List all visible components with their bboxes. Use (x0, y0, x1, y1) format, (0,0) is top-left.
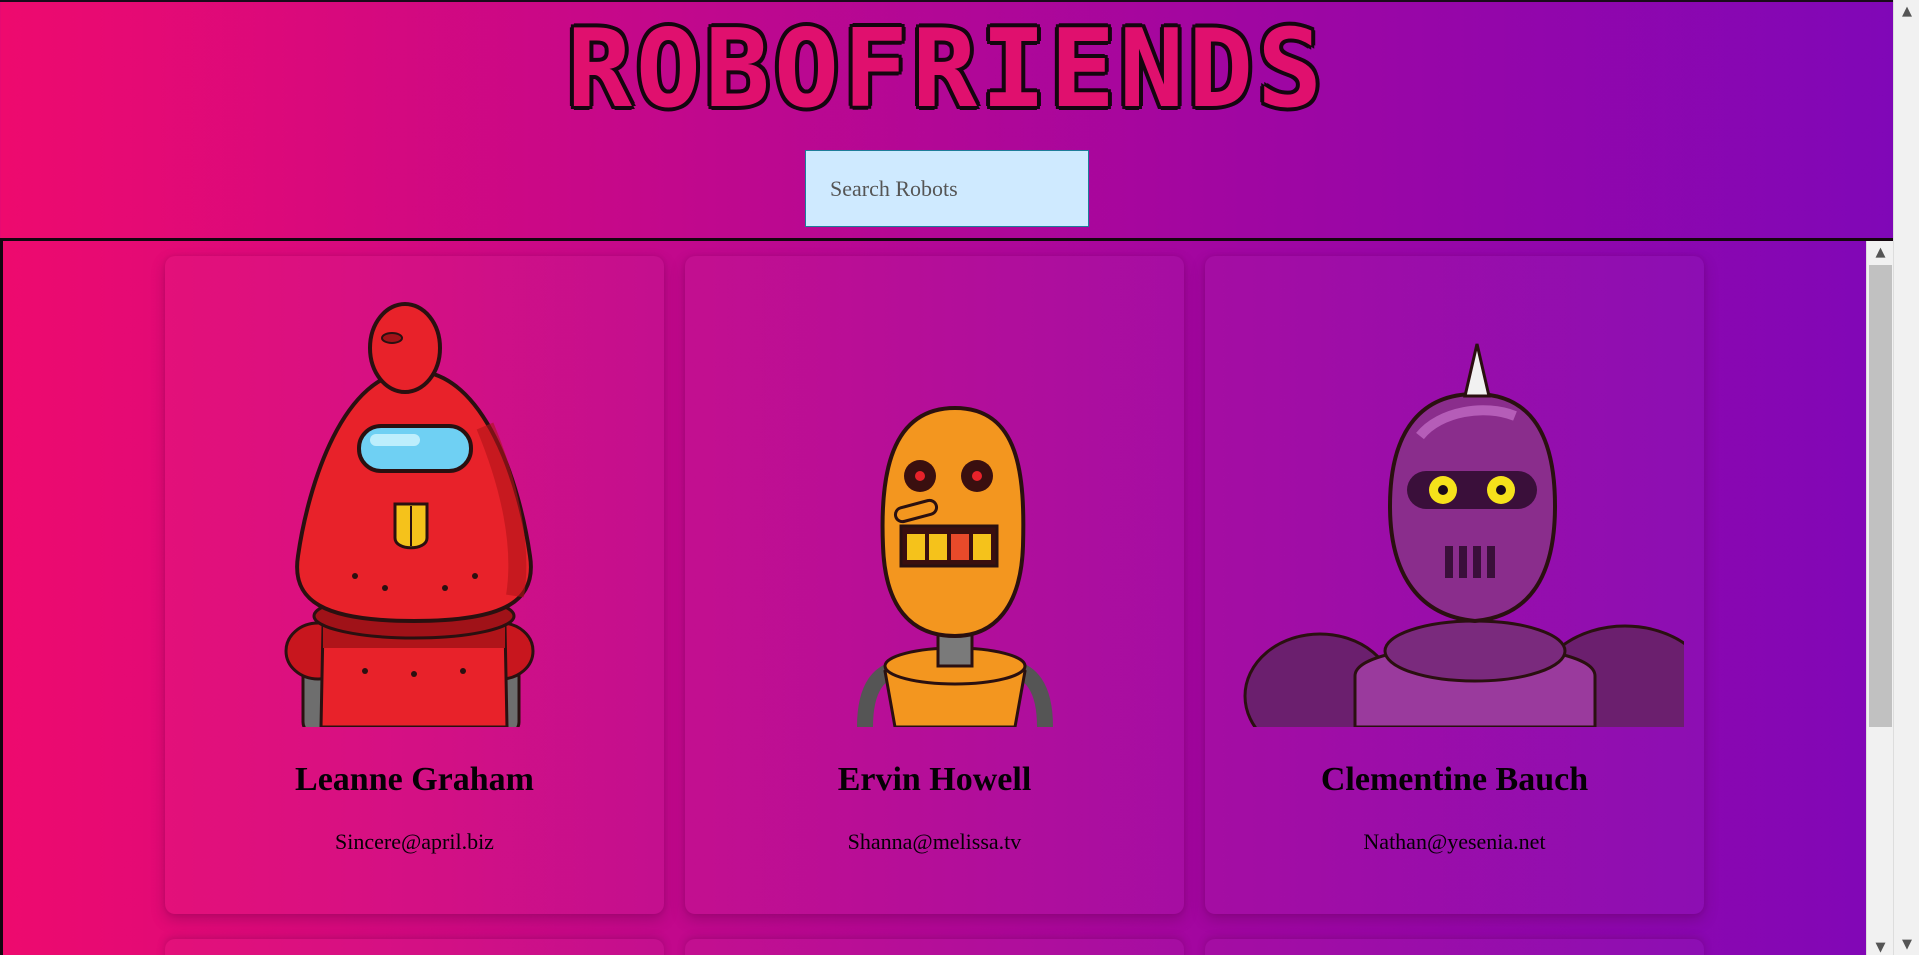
robot-avatar-red (284, 302, 535, 727)
scroll-up-icon[interactable]: ▲ (1867, 241, 1893, 263)
robot-card[interactable]: Clementine Bauch Nathan@yesenia.net (1205, 256, 1704, 914)
robot-email: Shanna@melissa.tv (847, 829, 1022, 854)
robot-card-partial[interactable] (685, 939, 1184, 955)
robot-card-list[interactable]: Leanne Graham Sincere@april.biz Ervin Ho… (0, 238, 1893, 955)
robot-avatar-orange (857, 405, 1053, 727)
robot-card-partial[interactable] (165, 939, 664, 955)
robot-name: Leanne Graham (295, 761, 534, 798)
robot-email: Nathan@yesenia.net (1363, 829, 1546, 854)
scrollbar-thumb[interactable] (1869, 265, 1892, 727)
search-input[interactable] (805, 150, 1089, 227)
header: ROBOFRIENDS (0, 0, 1893, 240)
robot-name: Ervin Howell (837, 761, 1032, 798)
robot-card-partial[interactable] (1205, 939, 1704, 955)
page-scrollbar[interactable]: ▲ ▼ (1893, 0, 1919, 955)
card-list-scrollbar[interactable]: ▲ ▼ (1866, 241, 1893, 955)
page-scroll-down-icon[interactable]: ▼ (1894, 933, 1919, 955)
robot-card[interactable]: Leanne Graham Sincere@april.biz (165, 256, 664, 914)
robot-card[interactable]: Ervin Howell Shanna@melissa.tv (685, 256, 1184, 914)
robot-email: Sincere@april.biz (335, 829, 494, 854)
robot-name: Clementine Bauch (1320, 761, 1589, 798)
robot-avatar-purple (1243, 343, 1684, 727)
app-logo: ROBOFRIENDS (566, 7, 1327, 132)
page-scroll-up-icon[interactable]: ▲ (1894, 0, 1919, 22)
scroll-down-icon[interactable]: ▼ (1867, 936, 1893, 955)
